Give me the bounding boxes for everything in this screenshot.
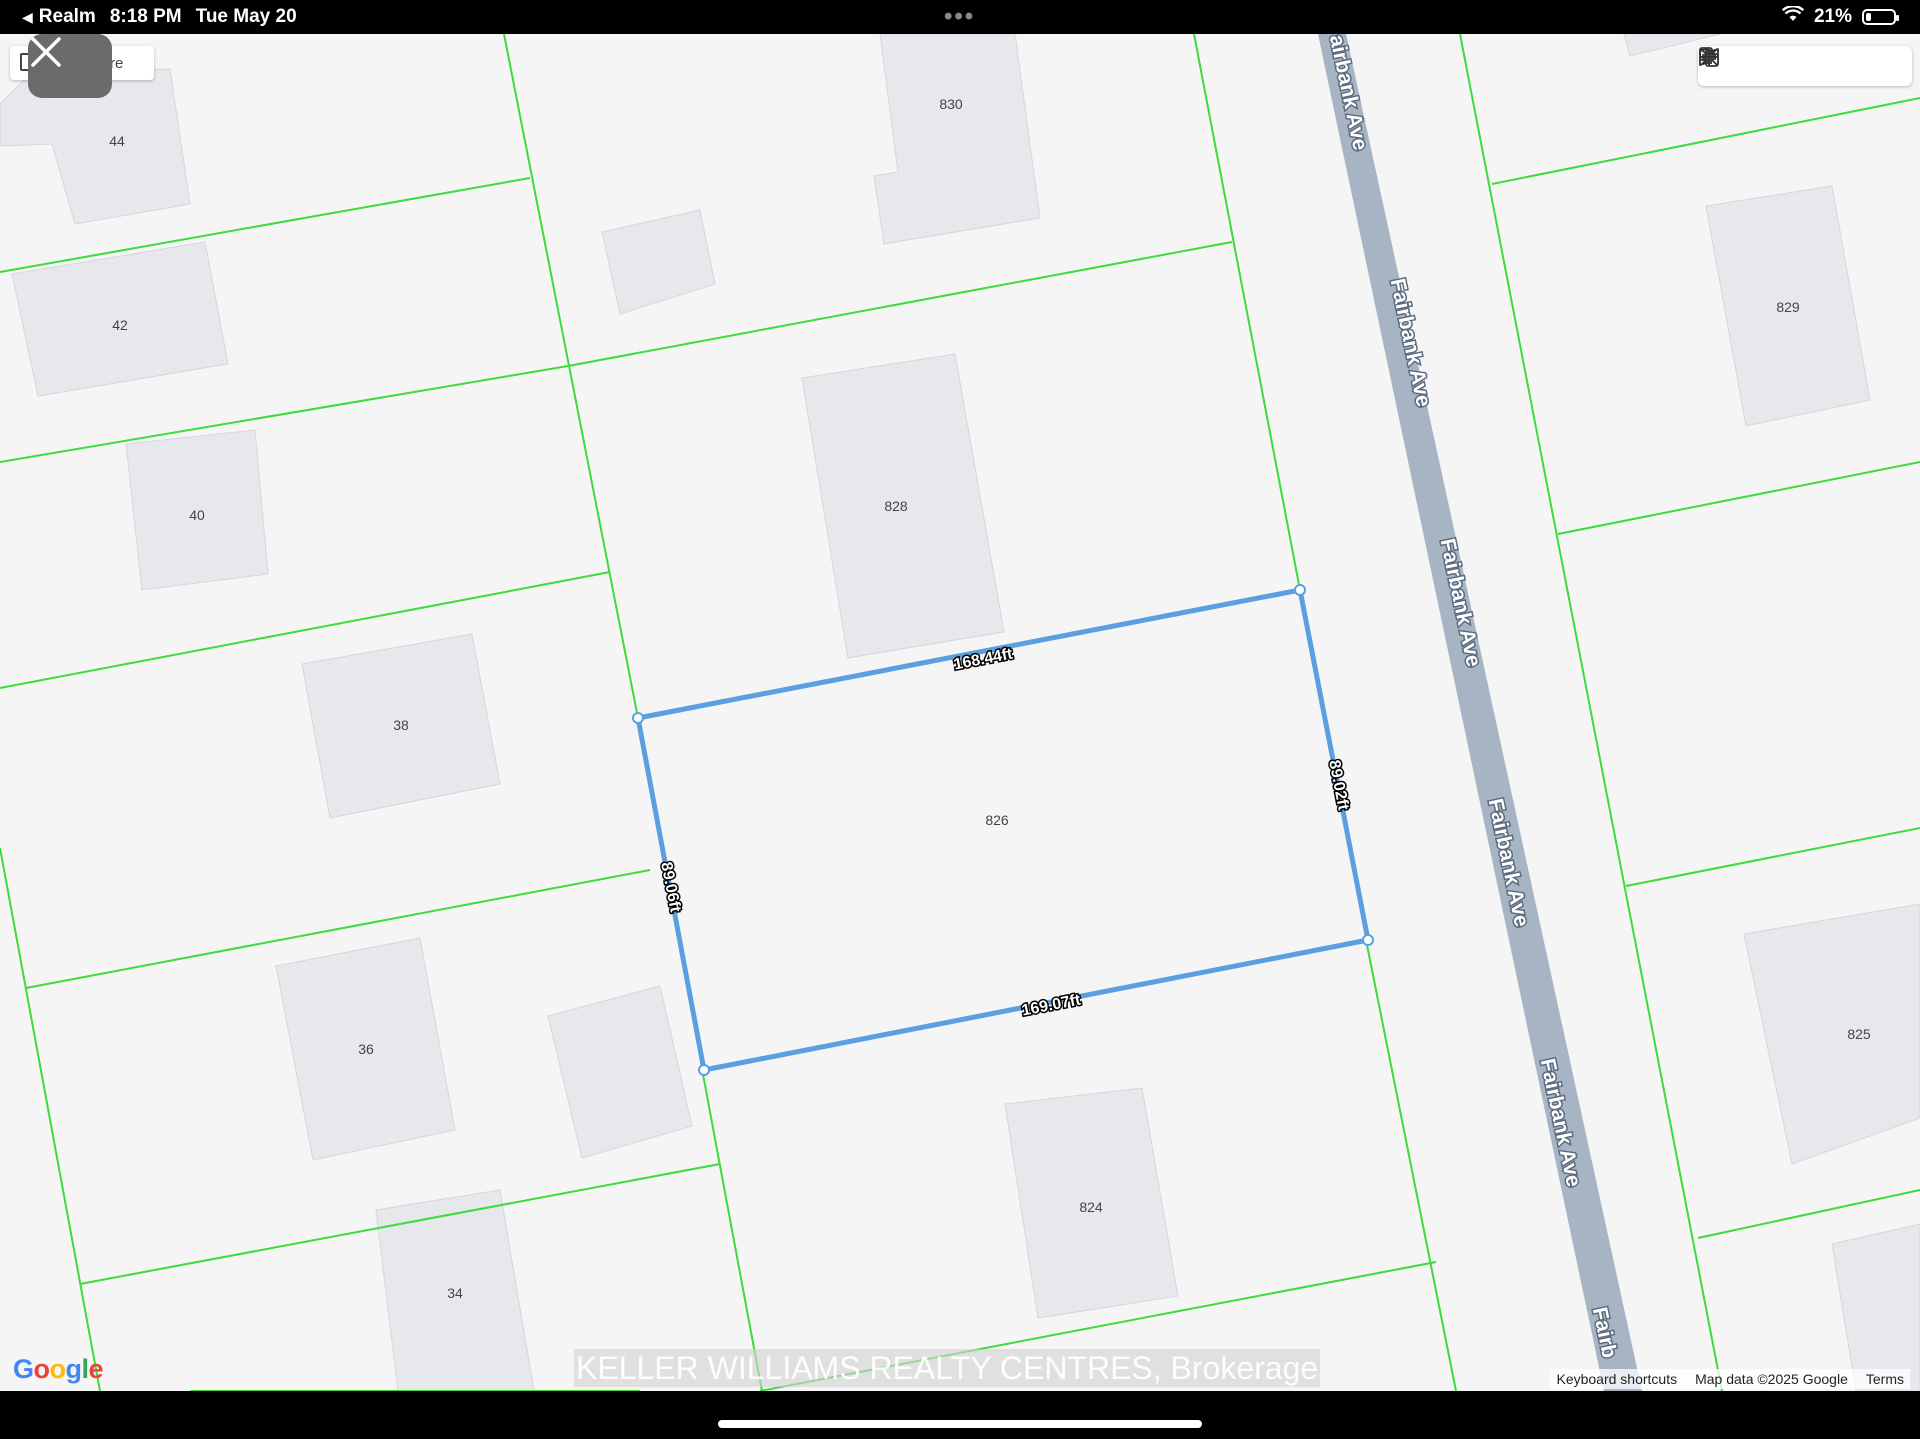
status-time: 8:18 PM [109, 6, 182, 27]
map-view[interactable]: 168.44ft 89.02ft 169.07ft 89.06ft 44 42 … [0, 34, 1920, 1391]
map-canvas[interactable]: 168.44ft 89.02ft 169.07ft 89.06ft 44 42 … [0, 34, 1920, 1391]
fairbank-ave-road [1318, 34, 1642, 1391]
close-icon [31, 37, 61, 67]
lot-label: 38 [393, 717, 409, 733]
keyboard-shortcuts-link[interactable]: Keyboard shortcuts [1556, 1371, 1677, 1387]
dimension-right: 89.02ft [1325, 759, 1351, 813]
map-attribution: Keyboard shortcuts Map data ©2025 Google… [1550, 1369, 1910, 1389]
building-shed-830 [601, 209, 716, 315]
map-toolbar [1698, 46, 1912, 86]
building-corner [1831, 1223, 1920, 1391]
battery-icon [1862, 9, 1899, 25]
close-button[interactable] [28, 34, 112, 98]
zoom-out-button[interactable] [1701, 48, 1866, 84]
back-to-app-link[interactable]: ◀ Realm [22, 6, 96, 28]
battery-percent: 21% [1813, 6, 1852, 27]
lot-label: 42 [112, 317, 128, 333]
lot-label: 34 [447, 1285, 463, 1301]
brokerage-watermark: KELLER WILLIAMS REALTY CENTRES, Brokerag… [574, 1349, 1321, 1387]
multitasking-dots-icon[interactable]: ••• [944, 3, 975, 31]
menu-label: re [110, 55, 124, 72]
map-data-credit: Map data ©2025 Google [1695, 1371, 1848, 1387]
copy-button[interactable] [1699, 47, 1780, 84]
collapse-button[interactable] [1700, 48, 1909, 84]
lot-label: 826 [985, 812, 1009, 828]
vertex-handle[interactable] [1294, 584, 1306, 596]
lot-label: 828 [884, 498, 908, 514]
collapse-icon [1700, 48, 1718, 66]
vertex-handle[interactable] [632, 712, 644, 724]
lot-label: 825 [1847, 1026, 1871, 1042]
lot-label: 40 [189, 507, 205, 523]
parcel-lines [0, 34, 1920, 1391]
building-825 [1743, 903, 1920, 1165]
lot-label: 830 [939, 96, 963, 112]
home-indicator[interactable] [718, 1420, 1202, 1428]
vertex-handle[interactable] [698, 1064, 710, 1076]
dimension-bottom: 169.07ft [1020, 991, 1082, 1019]
google-logo: Google [13, 1354, 104, 1384]
wifi-icon [1781, 5, 1804, 28]
building-830 [873, 34, 1041, 245]
terms-link[interactable]: Terms [1866, 1371, 1904, 1387]
vertex-handle[interactable] [1362, 934, 1374, 946]
lot-label: 44 [109, 133, 125, 149]
screen: ◀ Realm 8:18 PM Tue May 20 ••• 21% 168.4… [0, 0, 1920, 1439]
status-date: Tue May 20 [195, 6, 297, 27]
zoom-in-button[interactable] [1701, 48, 1823, 84]
lot-label: 36 [358, 1041, 374, 1057]
battery-fill [1866, 13, 1871, 21]
back-app-label: Realm [38, 6, 96, 27]
dimension-left: 89.06ft [657, 861, 683, 915]
status-bar: ◀ Realm 8:18 PM Tue May 20 ••• 21% [0, 0, 1920, 34]
lot-label: 824 [1079, 1199, 1103, 1215]
building-shed-36 [547, 985, 693, 1159]
lot-label: 829 [1776, 299, 1800, 315]
back-arrow-icon: ◀ [22, 8, 33, 25]
